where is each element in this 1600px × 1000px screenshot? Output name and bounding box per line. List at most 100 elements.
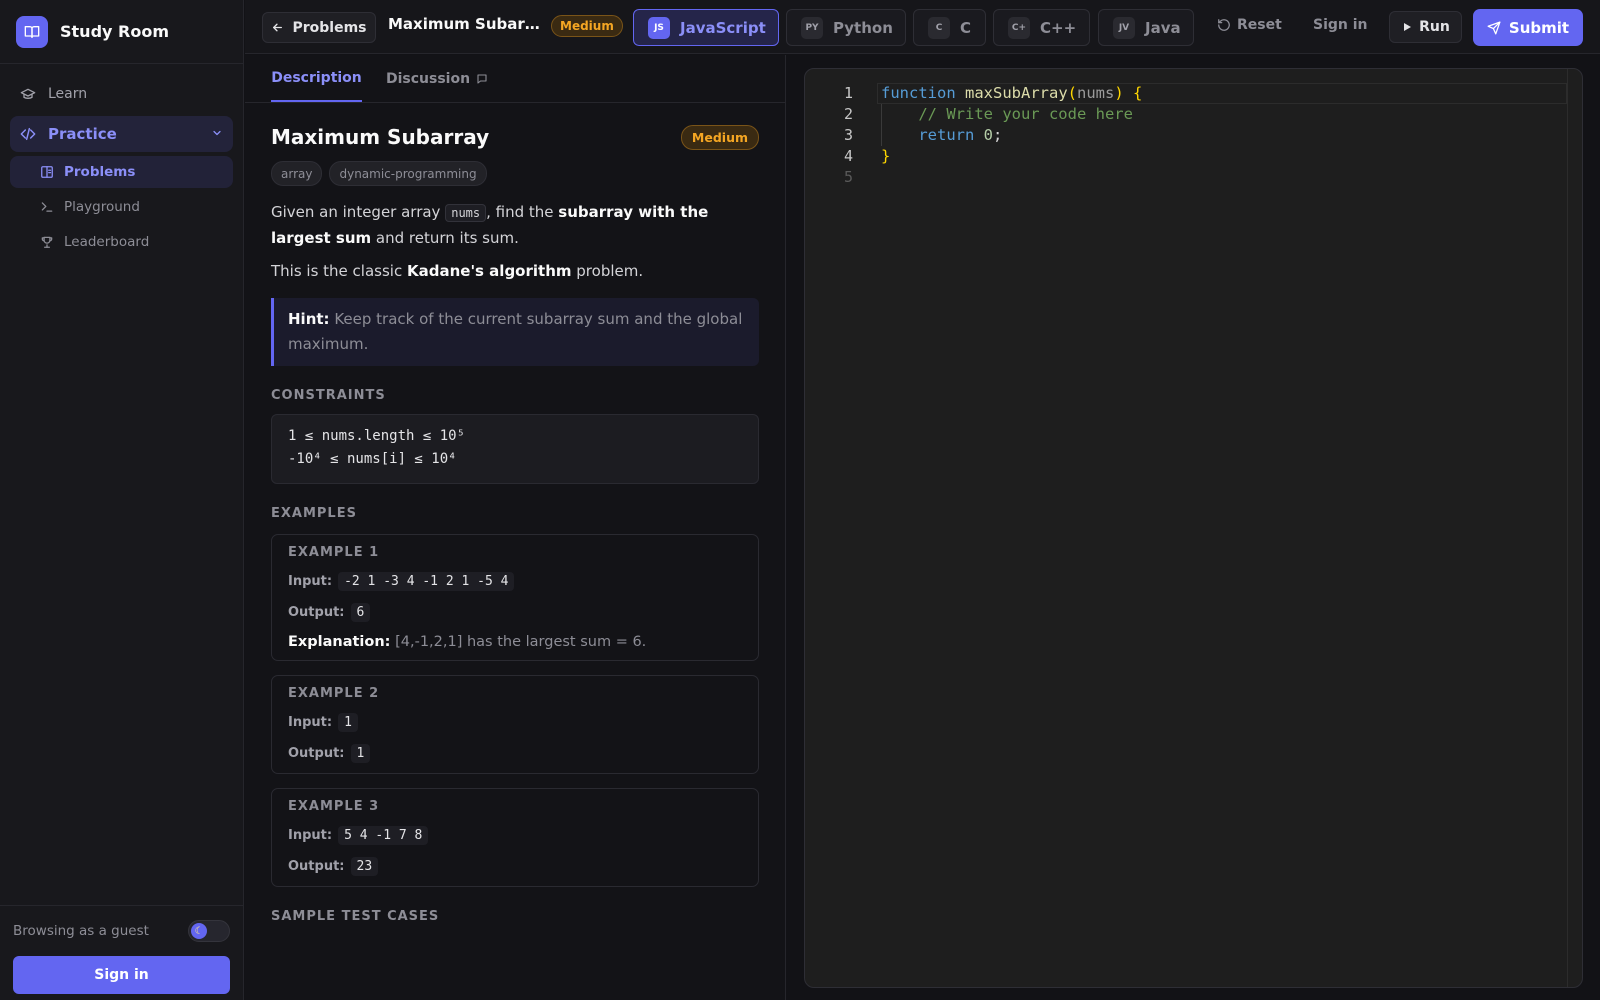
back-to-problems-button[interactable]: Problems <box>262 12 376 43</box>
run-button[interactable]: Run <box>1389 11 1462 43</box>
lang-tab-java[interactable]: JV Java <box>1098 9 1194 46</box>
python-icon: PY <box>801 16 823 39</box>
sidebar-item-problems[interactable]: Problems <box>10 156 233 188</box>
lang-label: C++ <box>1040 18 1077 37</box>
example-input-row: Input: 1 <box>288 713 742 732</box>
sidebar-footer: Browsing as a guest ☾ Sign in <box>0 905 243 1000</box>
example-title: EXAMPLE 2 <box>288 686 380 701</box>
panel-tabs: Description Discussion <box>245 55 785 103</box>
editor-scrollbar[interactable] <box>1567 69 1568 987</box>
topbar: Problems Maximum Subarray Medium JS Java… <box>245 0 1600 54</box>
text: and return its sum. <box>371 229 519 247</box>
hint-text: Keep track of the current subarray sum a… <box>288 310 743 353</box>
code-editor[interactable]: 1 2 3 4 5 function maxSubArray(nums) { /… <box>804 68 1583 988</box>
sidebar: Study Room Learn Practice Problems Playg… <box>0 0 244 1000</box>
example-output-row: Output: 6 <box>288 603 742 622</box>
code-text[interactable]: function maxSubArray(nums) { // Write yo… <box>881 83 1142 188</box>
cpp-icon: C+ <box>1008 16 1030 39</box>
keyword: function <box>881 84 956 102</box>
constraints-box: 1 ≤ nums.length ≤ 10⁵ -10⁴ ≤ nums[i] ≤ 1… <box>271 414 759 484</box>
code-icon <box>20 126 36 142</box>
tag-dynamic-programming[interactable]: dynamic-programming <box>329 161 487 186</box>
guest-label: Browsing as a guest <box>13 923 149 939</box>
lang-tab-cpp[interactable]: C+ C++ <box>993 9 1090 46</box>
topbar-signin-link[interactable]: Sign in <box>1313 17 1368 33</box>
code-line: // Write your code here <box>881 104 1142 125</box>
line-number: 3 <box>843 126 853 144</box>
lang-tab-javascript[interactable]: JS JavaScript <box>633 9 779 46</box>
output-label: Output: <box>288 746 345 761</box>
app-name: Study Room <box>60 22 169 41</box>
input-label: Input: <box>288 828 333 843</box>
submit-label: Submit <box>1508 18 1570 37</box>
line-number: 4 <box>843 147 853 165</box>
example-title: EXAMPLE 3 <box>288 799 380 814</box>
param: nums <box>1077 84 1115 102</box>
line-number: 1 <box>843 84 853 102</box>
sidebar-item-label: Problems <box>64 164 136 180</box>
output-label: Output: <box>288 605 345 620</box>
code-line: return 0; <box>881 125 1142 146</box>
lang-tab-python[interactable]: PY Python <box>786 9 906 46</box>
javascript-icon: JS <box>648 16 670 39</box>
reset-label: Reset <box>1237 17 1282 33</box>
lang-tab-c[interactable]: C C <box>913 9 986 46</box>
example-explanation: Explanation: [4,-1,2,1] has the largest … <box>288 634 742 650</box>
sidebar-item-leaderboard[interactable]: Leaderboard <box>10 226 233 258</box>
brand[interactable]: Study Room <box>0 0 243 64</box>
back-label: Problems <box>292 19 367 36</box>
examples-list: EXAMPLE 1 Input: -2 1 -3 4 -1 2 1 -5 4 O… <box>271 534 759 887</box>
terminal-icon <box>40 200 54 214</box>
tab-description[interactable]: Description <box>271 55 362 102</box>
rotate-ccw-icon <box>1217 18 1231 32</box>
tag-array[interactable]: array <box>271 161 323 186</box>
keyword: return <box>918 126 975 144</box>
submit-button[interactable]: Submit <box>1473 9 1583 46</box>
example-input: 5 4 -1 7 8 <box>338 826 429 845</box>
comment-icon <box>476 73 488 85</box>
send-icon <box>1487 21 1501 35</box>
problem-content: Maximum Subarray Medium array dynamic-pr… <box>245 122 785 924</box>
example-input: 1 <box>338 713 358 732</box>
example-card: EXAMPLE 2 Input: 1 Output: 1 <box>271 675 759 774</box>
sidebar-signin-button[interactable]: Sign in <box>13 956 230 994</box>
sidebar-item-learn[interactable]: Learn <box>10 76 233 112</box>
example-output: 6 <box>350 603 371 622</box>
text: This is the classic <box>271 262 407 280</box>
bracket: } <box>881 147 891 165</box>
bracket: ) <box>1114 84 1124 102</box>
sidebar-nav: Learn Practice Problems Playground Leade… <box>0 64 243 273</box>
example-card: EXAMPLE 3 Input: 5 4 -1 7 8 Output: 23 <box>271 788 759 887</box>
lang-label: Java <box>1145 18 1181 37</box>
input-label: Input: <box>288 715 333 730</box>
sidebar-item-playground[interactable]: Playground <box>10 191 233 223</box>
examples-heading: EXAMPLES <box>271 506 357 521</box>
example-input: -2 1 -3 4 -1 2 1 -5 4 <box>338 572 515 591</box>
theme-toggle[interactable]: ☾ <box>188 920 230 942</box>
reset-button[interactable]: Reset <box>1217 17 1282 33</box>
tab-discussion[interactable]: Discussion <box>386 55 488 102</box>
input-label: Input: <box>288 574 333 589</box>
c-icon: C <box>928 16 950 39</box>
description-paragraph: This is the classic Kadane's algorithm p… <box>271 259 759 284</box>
explanation-label: Explanation: <box>288 634 391 650</box>
example-input-row: Input: -2 1 -3 4 -1 2 1 -5 4 <box>288 572 742 591</box>
example-output: 23 <box>350 857 379 876</box>
line-number-gutter: 1 2 3 4 5 <box>805 83 853 188</box>
sidebar-item-label: Leaderboard <box>64 234 150 250</box>
hint-label: Hint: <box>288 310 330 328</box>
lang-label: C <box>960 18 972 37</box>
hint-box: Hint: Keep track of the current subarray… <box>271 298 759 366</box>
sidebar-item-practice[interactable]: Practice <box>10 116 233 152</box>
problem-panel: Description Discussion Maximum Subarray … <box>245 55 786 1000</box>
code-line: function maxSubArray(nums) { <box>881 83 1142 104</box>
lang-label: Python <box>833 18 893 37</box>
constraint-line: -10⁴ ≤ nums[i] ≤ 10⁴ <box>288 451 457 467</box>
book-open-icon <box>16 15 48 48</box>
java-icon: JV <box>1113 16 1135 39</box>
text: problem. <box>571 262 644 280</box>
difficulty-badge: Medium <box>551 15 623 37</box>
graduation-cap-icon <box>20 86 36 102</box>
tab-label: Discussion <box>386 70 471 87</box>
